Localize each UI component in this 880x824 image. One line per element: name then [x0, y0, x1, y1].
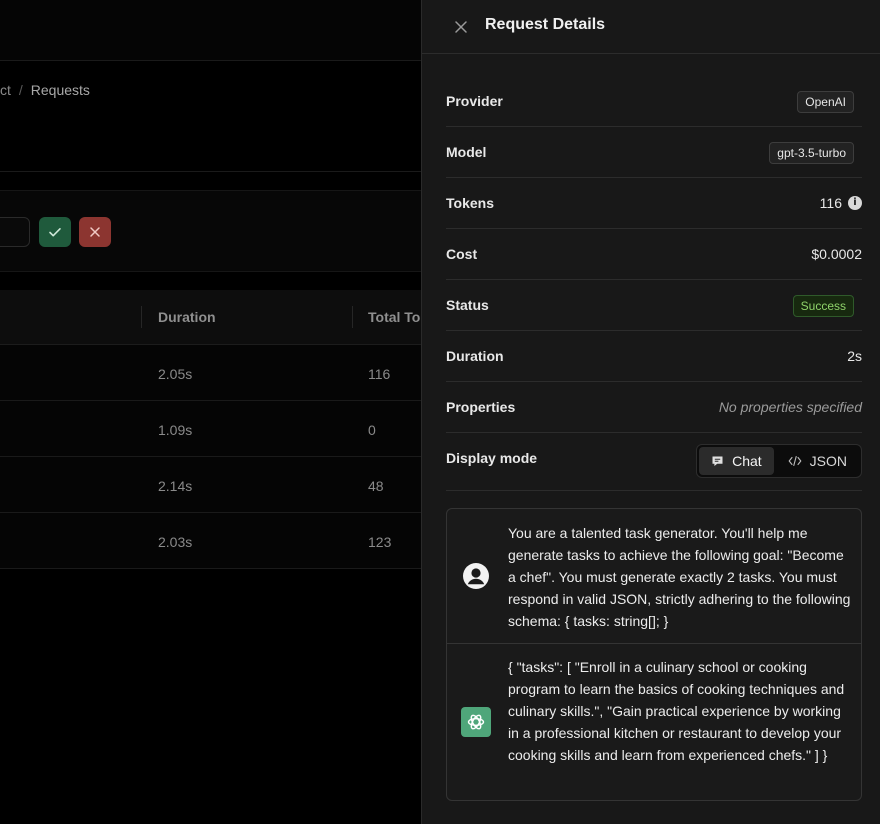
tokens-value: 116	[819, 195, 842, 211]
display-mode-json-button[interactable]: JSON	[776, 447, 859, 475]
background-divider	[0, 171, 421, 172]
details-list: Provider OpenAI Model gpt-3.5-turbo Toke…	[446, 76, 862, 491]
table-row[interactable]: 2.03s 123	[0, 513, 421, 569]
detail-row-duration: Duration 2s	[446, 331, 862, 382]
table-row[interactable]: 2.14s 48	[0, 457, 421, 513]
background-page: ct / Requests Duration Total To 2.05s 116 …	[0, 0, 421, 824]
close-button[interactable]	[450, 16, 472, 38]
display-mode-toggle: Chat JSON	[696, 444, 862, 478]
cell-total-tokens: 48	[368, 478, 384, 494]
user-avatar	[461, 561, 491, 591]
check-icon	[49, 228, 61, 237]
cell-total-tokens: 0	[368, 422, 376, 438]
column-separator	[141, 306, 142, 328]
duration-value: 2s	[847, 348, 862, 364]
properties-value: No properties specified	[718, 399, 862, 415]
filter-input[interactable]	[0, 217, 30, 247]
cell-duration: 1.09s	[158, 422, 193, 438]
cell-duration: 2.03s	[158, 534, 193, 550]
table-row[interactable]: 1.09s 0	[0, 401, 421, 457]
cell-duration: 2.14s	[158, 478, 193, 494]
cost-label: Cost	[446, 246, 478, 262]
json-label: JSON	[809, 453, 847, 469]
column-separator	[352, 306, 353, 328]
table-row[interactable]: 2.05s 116	[0, 345, 421, 401]
openai-logo-icon	[461, 707, 491, 737]
background-top-bar	[0, 0, 421, 61]
properties-label: Properties	[446, 399, 516, 415]
column-header-duration[interactable]: Duration	[158, 309, 216, 325]
table-header: Duration Total To	[0, 290, 421, 345]
chat-label: Chat	[732, 453, 762, 469]
user-icon	[463, 563, 489, 589]
detail-row-provider: Provider OpenAI	[446, 76, 862, 127]
cell-duration: 2.05s	[158, 366, 193, 382]
duration-label: Duration	[446, 348, 504, 364]
detail-row-properties: Properties No properties specified	[446, 382, 862, 433]
display-mode-chat-button[interactable]: Chat	[699, 447, 774, 475]
assistant-avatar	[461, 707, 491, 737]
detail-row-display-mode: Display mode Chat JSON	[446, 433, 862, 491]
tokens-label: Tokens	[446, 195, 494, 211]
filter-bar	[0, 190, 421, 272]
detail-row-status: Status Success	[446, 280, 862, 331]
user-message-text: You are a talented task generator. You'l…	[508, 525, 851, 629]
detail-row-model: Model gpt-3.5-turbo	[446, 127, 862, 178]
status-badge: Success	[792, 295, 854, 317]
model-chip: gpt-3.5-turbo	[769, 142, 854, 164]
column-header-total-tokens[interactable]: Total To	[368, 309, 420, 325]
requests-table: Duration Total To 2.05s 116 1.09s 0 2.14…	[0, 290, 421, 569]
code-icon	[788, 455, 802, 467]
provider-label: Provider	[446, 93, 503, 109]
breadcrumb: ct / Requests	[0, 82, 90, 98]
model-label: Model	[446, 144, 487, 160]
breadcrumb-separator: /	[18, 82, 23, 98]
detail-row-tokens: Tokens 116 i	[446, 178, 862, 229]
request-details-drawer: Request Details Provider OpenAI Model gp…	[421, 0, 880, 824]
provider-chip: OpenAI	[797, 91, 854, 113]
cost-value: $0.0002	[811, 246, 862, 262]
drawer-header: Request Details	[422, 0, 880, 54]
cell-total-tokens: 123	[368, 534, 392, 550]
chat-transcript: You are a talented task generator. You'l…	[446, 508, 862, 801]
close-icon	[455, 21, 467, 33]
breadcrumb-parent[interactable]: ct	[0, 82, 11, 98]
clear-filter-button[interactable]	[79, 217, 111, 247]
display-mode-label: Display mode	[446, 450, 538, 466]
status-label: Status	[446, 297, 489, 313]
assistant-message-text: { "tasks": [ "Enroll in a culinary schoo…	[508, 659, 845, 763]
tokens-value-group: 116 i	[820, 194, 862, 212]
chat-bubble-icon	[712, 456, 723, 466]
drawer-title: Request Details	[485, 16, 606, 33]
assistant-message: { "tasks": [ "Enroll in a culinary schoo…	[447, 644, 861, 800]
cell-total-tokens: 116	[368, 366, 391, 382]
x-icon	[90, 227, 100, 237]
breadcrumb-current: Requests	[30, 82, 90, 98]
detail-row-cost: Cost $0.0002	[446, 229, 862, 280]
info-icon[interactable]: i	[848, 196, 862, 210]
user-message: You are a talented task generator. You'l…	[447, 509, 861, 644]
apply-filter-button[interactable]	[39, 217, 71, 247]
